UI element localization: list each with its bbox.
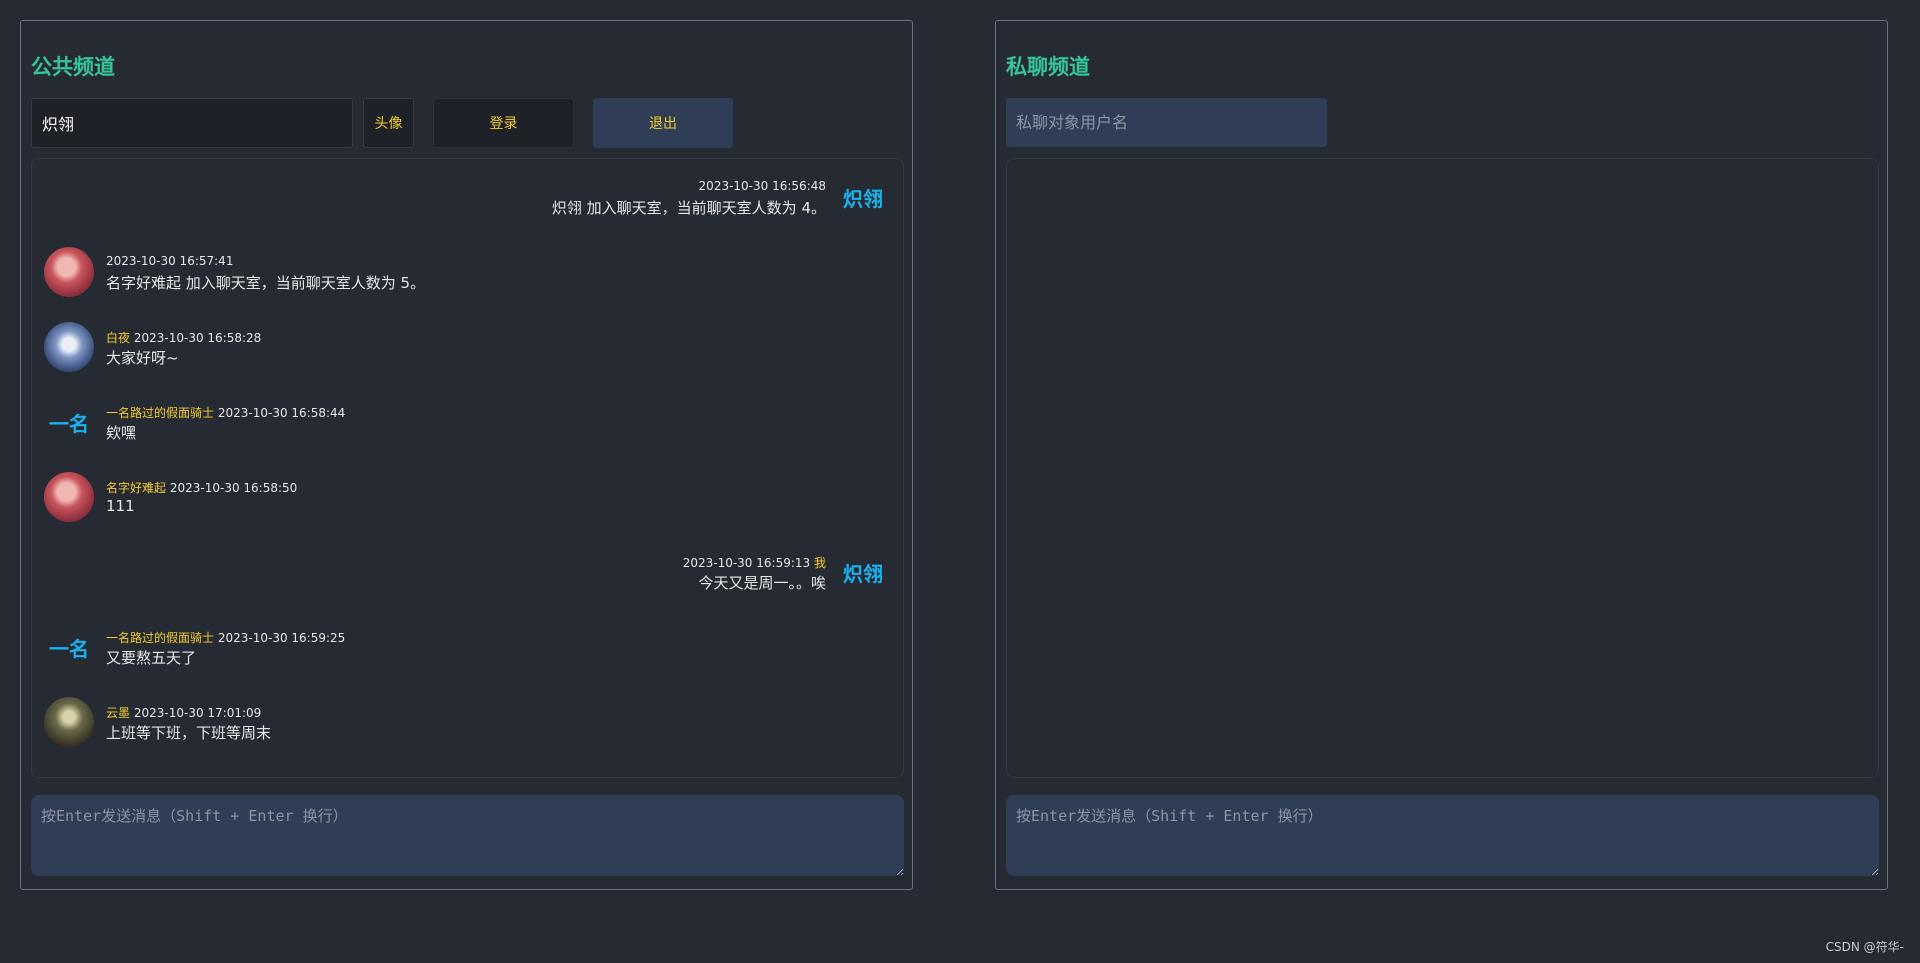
message-text: 大家好呀~ — [106, 349, 179, 367]
message-item: 炽翎 2023-10-30 16:56:48 炽翎 加入聊天室，当前聊天室人数为… — [48, 172, 888, 230]
message-text: 欸嘿 — [106, 424, 137, 442]
message-text: 今天又是周一。。唉 — [698, 574, 826, 592]
message-item: 2023-10-30 16:57:41 名字好难起 加入聊天室，当前聊天室人数为… — [44, 247, 884, 305]
username-input[interactable] — [31, 98, 353, 148]
message-item: 名字好难起 2023-10-30 16:58:50 111 — [44, 472, 884, 530]
public-message-list[interactable]: 炽翎 2023-10-30 16:56:48 炽翎 加入聊天室，当前聊天室人数为… — [31, 158, 904, 778]
message-time: 2023-10-30 16:58:50 — [169, 481, 298, 495]
message-time: 2023-10-30 16:59:13 — [682, 556, 811, 570]
message-username: 白夜 — [106, 331, 131, 345]
message-text: 111 — [106, 497, 135, 515]
message-item: 一名 一名路过的假面骑士 2023-10-30 16:58:44 欸嘿 — [44, 397, 884, 455]
text-avatar-icon[interactable]: 一名 — [44, 397, 94, 447]
anime-girl-red-hair-avatar-icon[interactable] — [44, 472, 94, 522]
message-text: 炽翎 加入聊天室，当前聊天室人数为 4。 — [551, 199, 826, 217]
public-channel-panel: 公共频道 头像 登录 退出 炽翎 2023-10-30 16:56:48 炽翎 … — [20, 20, 913, 890]
message-item: 云墨 2023-10-30 17:01:09 上班等下班，下班等周末 — [44, 697, 884, 755]
text-avatar-icon[interactable]: 炽翎 — [838, 547, 888, 597]
message-item: 一名 一名路过的假面骑士 2023-10-30 16:59:25 又要熬五天了 — [44, 622, 884, 680]
footer-credit: CSDN @符华- — [1825, 940, 1904, 954]
avatar-button[interactable]: 头像 — [363, 98, 414, 148]
private-target-input[interactable] — [1006, 98, 1327, 147]
message-time: 2023-10-30 16:56:48 — [698, 179, 826, 193]
message-time: 2023-10-30 16:57:41 — [106, 254, 234, 268]
message-time: 2023-10-30 16:58:44 — [217, 406, 346, 420]
message-item: 白夜 2023-10-30 16:58:28 大家好呀~ — [44, 322, 884, 380]
private-channel-title: 私聊频道 — [1006, 55, 1090, 79]
message-username: 云墨 — [106, 706, 131, 720]
message-time: 2023-10-30 17:01:09 — [133, 706, 262, 720]
dark-haired-character-avatar-icon[interactable] — [44, 697, 94, 747]
message-text: 又要熬五天了 — [106, 649, 197, 667]
message-text: 上班等下班，下班等周末 — [106, 724, 272, 742]
private-message-list[interactable] — [1006, 158, 1879, 778]
text-avatar-icon[interactable]: 一名 — [44, 622, 94, 672]
anime-boy-blue-hair-avatar-icon[interactable] — [44, 322, 94, 372]
logout-button[interactable]: 退出 — [593, 98, 733, 148]
message-username: 一名路过的假面骑士 — [106, 631, 215, 645]
login-button[interactable]: 登录 — [433, 98, 574, 148]
message-username: 一名路过的假面骑士 — [106, 406, 215, 420]
public-channel-title: 公共频道 — [31, 55, 115, 79]
message-username: 名字好难起 — [106, 481, 167, 495]
public-message-composer[interactable] — [31, 795, 904, 876]
message-username: 我 — [813, 556, 826, 570]
anime-girl-red-hair-avatar-icon[interactable] — [44, 247, 94, 297]
text-avatar-icon[interactable]: 炽翎 — [838, 172, 888, 222]
message-time: 2023-10-30 16:59:25 — [217, 631, 346, 645]
private-message-composer[interactable] — [1006, 795, 1879, 876]
message-text: 名字好难起 加入聊天室，当前聊天室人数为 5。 — [106, 274, 426, 292]
message-item: 炽翎 2023-10-30 16:59:13 我 今天又是周一。。唉 — [48, 547, 888, 605]
private-channel-panel: 私聊频道 — [995, 20, 1888, 890]
message-time: 2023-10-30 16:58:28 — [133, 331, 262, 345]
